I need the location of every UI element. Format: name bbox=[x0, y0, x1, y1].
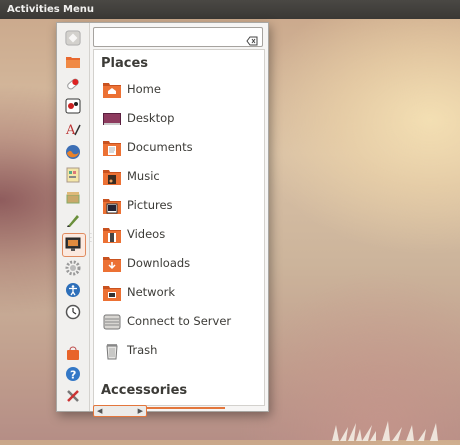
videos-folder-icon bbox=[102, 226, 122, 244]
place-label: Network bbox=[127, 285, 176, 299]
place-label: Documents bbox=[127, 140, 193, 154]
activities-button[interactable]: Activities bbox=[7, 4, 60, 15]
music-folder-icon bbox=[102, 168, 122, 186]
menu-button[interactable]: Menu bbox=[63, 4, 94, 15]
places-section-title: Places bbox=[101, 56, 149, 71]
documents-folder-icon bbox=[102, 139, 122, 157]
pill-app-icon[interactable] bbox=[65, 76, 81, 92]
place-label: Home bbox=[127, 82, 161, 96]
clear-search-icon[interactable] bbox=[246, 31, 258, 46]
svg-text:?: ? bbox=[70, 369, 76, 382]
search-field[interactable] bbox=[93, 27, 263, 47]
settings-gear-icon[interactable] bbox=[65, 260, 81, 276]
place-label: Videos bbox=[127, 227, 166, 241]
firefox-icon[interactable] bbox=[65, 144, 81, 160]
place-label: Trash bbox=[127, 343, 158, 357]
help-icon[interactable]: ? bbox=[65, 366, 81, 382]
bottom-progress-line bbox=[145, 407, 225, 409]
media-player-icon[interactable] bbox=[65, 98, 81, 114]
downloads-folder-icon bbox=[102, 255, 122, 273]
place-label: Desktop bbox=[127, 111, 175, 125]
files-folder-icon[interactable] bbox=[65, 54, 81, 70]
accessories-section-title: Accessories bbox=[101, 383, 188, 398]
wallpaper-flower-decoration bbox=[322, 415, 452, 445]
place-home[interactable]: Home bbox=[102, 79, 252, 101]
archive-icon[interactable] bbox=[65, 189, 81, 205]
place-downloads[interactable]: Downloads bbox=[102, 253, 252, 275]
search-input[interactable] bbox=[97, 29, 241, 45]
trash-icon bbox=[102, 342, 122, 360]
remote-desktop-icon[interactable] bbox=[65, 236, 81, 252]
top-panel: Activities Menu bbox=[0, 0, 460, 19]
place-connect-to-server[interactable]: Connect to Server bbox=[102, 311, 252, 333]
place-music[interactable]: Music bbox=[102, 166, 252, 188]
place-pictures[interactable]: Pictures bbox=[102, 195, 252, 217]
place-documents[interactable]: Documents bbox=[102, 137, 252, 159]
home-folder-icon bbox=[102, 81, 122, 99]
place-label: Downloads bbox=[127, 256, 191, 270]
server-icon bbox=[102, 313, 122, 331]
place-trash[interactable]: Trash bbox=[102, 340, 252, 362]
network-folder-icon bbox=[102, 284, 122, 302]
horizontal-scrollbar[interactable]: ◀ ▶ bbox=[93, 405, 147, 417]
pen-tool-icon[interactable] bbox=[65, 212, 81, 228]
text-editor-icon[interactable]: A bbox=[65, 121, 81, 137]
accessibility-icon[interactable] bbox=[65, 282, 81, 298]
desktop-icon bbox=[102, 110, 122, 128]
clock-icon[interactable] bbox=[65, 304, 81, 320]
launcher-home-icon[interactable] bbox=[65, 30, 81, 46]
spreadsheet-icon[interactable] bbox=[65, 167, 81, 183]
place-network[interactable]: Network bbox=[102, 282, 252, 304]
place-desktop[interactable]: Desktop bbox=[102, 108, 252, 130]
pictures-folder-icon bbox=[102, 197, 122, 215]
svg-text:A: A bbox=[65, 123, 76, 137]
scroll-right-icon[interactable]: ▶ bbox=[138, 407, 143, 415]
place-label: Music bbox=[127, 169, 160, 183]
places-list-pane: Places Home Desktop Documents Music Pict… bbox=[93, 49, 265, 406]
place-label: Connect to Server bbox=[127, 314, 232, 328]
place-label: Pictures bbox=[127, 198, 173, 212]
place-videos[interactable]: Videos bbox=[102, 224, 252, 246]
shopping-bag-icon[interactable] bbox=[65, 345, 81, 361]
category-sidebar: A ? bbox=[57, 23, 90, 411]
scroll-left-icon[interactable]: ◀ bbox=[97, 407, 102, 415]
app-launcher-window: A ? · · · Places Home Desktop Documents … bbox=[56, 22, 269, 417]
system-tools-icon[interactable] bbox=[65, 388, 81, 404]
